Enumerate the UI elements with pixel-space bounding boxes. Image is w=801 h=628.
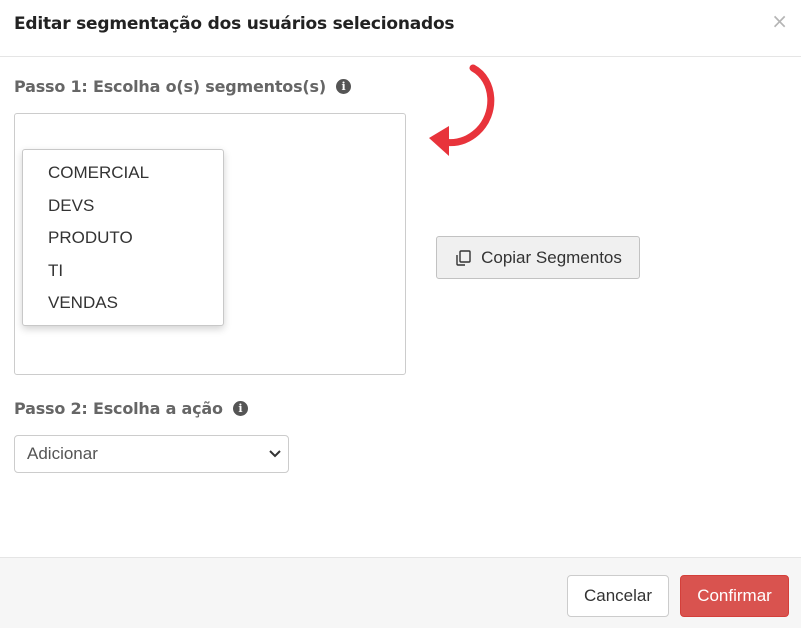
segment-option-comercial[interactable]: COMERCIAL	[23, 157, 223, 190]
confirm-button[interactable]: Confirmar	[680, 575, 789, 617]
cancel-button[interactable]: Cancelar	[567, 575, 669, 617]
info-icon[interactable]: i	[232, 401, 248, 416]
segment-dropdown: COMERCIAL DEVS PRODUTO TI VENDAS	[22, 149, 224, 326]
segment-option-produto[interactable]: PRODUTO	[23, 222, 223, 255]
close-icon[interactable]: ×	[771, 9, 788, 33]
info-icon[interactable]: i	[335, 79, 351, 94]
segment-option-ti[interactable]: TI	[23, 255, 223, 288]
step1-label: Passo 1: Escolha o(s) segmentos(s)	[14, 77, 326, 96]
action-select-value: Adicionar	[27, 444, 98, 463]
step2-label-row: Passo 2: Escolha a ação i	[14, 399, 248, 418]
step2-label: Passo 2: Escolha a ação	[14, 399, 223, 418]
action-select[interactable]: Adicionar	[14, 435, 289, 473]
segment-option-vendas[interactable]: VENDAS	[23, 287, 223, 320]
edit-segmentation-modal: Editar segmentação dos usuários selecion…	[0, 0, 801, 628]
modal-header: Editar segmentação dos usuários selecion…	[0, 0, 801, 57]
step1-label-row: Passo 1: Escolha o(s) segmentos(s) i	[14, 77, 351, 96]
annotation-arrow-icon	[429, 64, 495, 156]
modal-title: Editar segmentação dos usuários selecion…	[14, 14, 455, 34]
copy-icon	[456, 249, 471, 266]
segment-option-devs[interactable]: DEVS	[23, 190, 223, 223]
chevron-down-icon	[269, 450, 281, 458]
copy-segments-label: Copiar Segmentos	[481, 247, 622, 267]
copy-segments-button[interactable]: Copiar Segmentos	[436, 236, 640, 279]
